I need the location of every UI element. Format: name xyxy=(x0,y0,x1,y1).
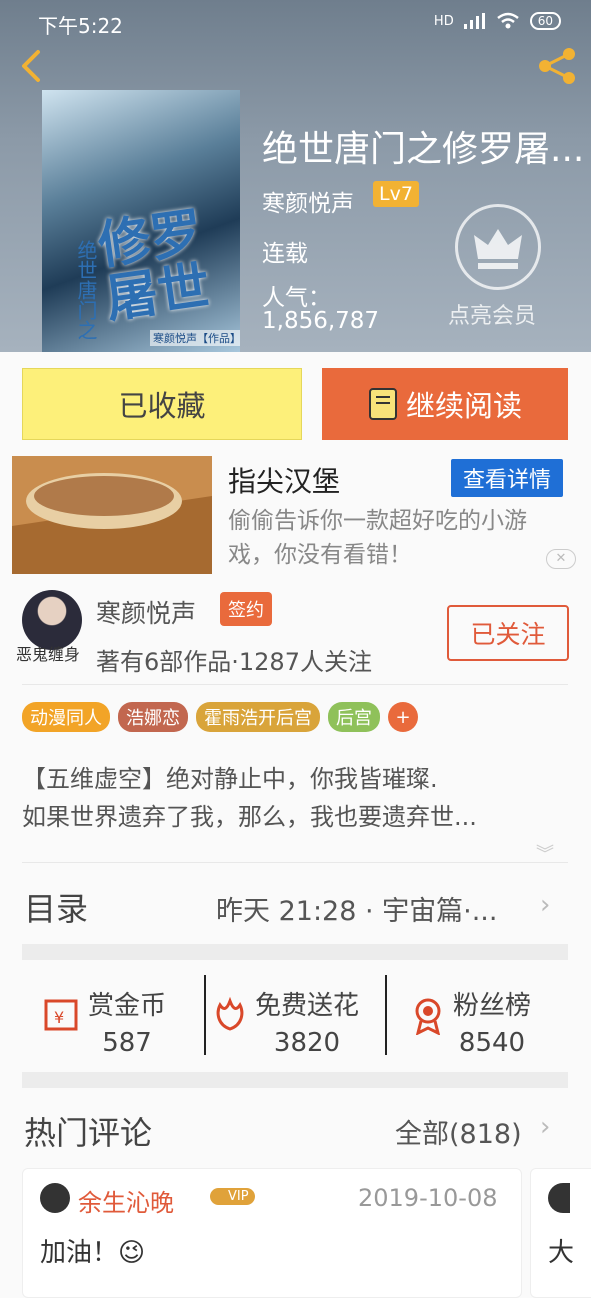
cover-author: 寒颜悦声【作品】 xyxy=(150,330,240,346)
tag-item[interactable]: 浩娜恋 xyxy=(118,702,188,732)
avatar-tag: 恶鬼缠身 xyxy=(16,645,81,664)
stat-label: 赏金币 xyxy=(88,991,167,1021)
signal-icon xyxy=(463,13,485,29)
red-envelope-icon[interactable]: ¥ xyxy=(42,995,82,1035)
add-tag-button[interactable]: + xyxy=(388,702,418,732)
stat-value: 587 xyxy=(102,1028,152,1058)
burger-image xyxy=(12,456,212,574)
stat-label: 粉丝榜 xyxy=(453,991,532,1021)
ad-close-icon[interactable]: ✕ xyxy=(546,549,576,569)
book-cover[interactable]: 绝世唐门之 修罗屠世 寒颜悦声【作品】 xyxy=(42,90,240,352)
popularity-value: 1,856,787 xyxy=(262,308,380,334)
author-stats: 著有6部作品·1287人关注 xyxy=(96,648,372,676)
author-avatar[interactable] xyxy=(22,590,82,650)
status-bar: 下午5:22 HD 60 xyxy=(0,0,591,40)
vip-crown-button[interactable] xyxy=(455,204,541,290)
comment-date: 2019-10-08 xyxy=(358,1184,498,1212)
divider xyxy=(204,975,206,1055)
ad-title[interactable]: 指尖汉堡 xyxy=(228,460,340,500)
description-line: 【五维虚空】绝对静止中，你我皆璀璨. xyxy=(22,765,438,793)
signed-badge: 签约 xyxy=(220,592,272,626)
tag-list: 动漫同人 浩娜恋 霍雨浩开后宫 后宫 + xyxy=(22,702,418,732)
status-icons: HD 60 xyxy=(434,12,561,30)
chevron-right-icon[interactable]: › xyxy=(540,1112,550,1142)
stat-coins[interactable]: 赏金币 587 xyxy=(88,985,166,1058)
book-description[interactable]: 【五维虚空】绝对静止中，你我皆璀璨. 如果世界遗弃了我，那么，我也要遗弃世... xyxy=(22,760,568,836)
wifi-icon xyxy=(496,12,519,29)
ad-details-button[interactable]: 查看详情 xyxy=(451,459,563,497)
follow-button[interactable]: 已关注 xyxy=(447,605,569,661)
cover-title: 修罗屠世 xyxy=(94,201,214,331)
commenter-name[interactable]: 余生沁晚 xyxy=(78,1183,174,1218)
ad-image[interactable] xyxy=(12,456,212,574)
divider xyxy=(22,684,568,685)
book-author[interactable]: 寒颜悦声 xyxy=(262,184,354,218)
stat-value: 3820 xyxy=(273,1028,341,1058)
tag-item[interactable]: 霍雨浩开后宫 xyxy=(196,702,320,732)
stat-label: 免费送花 xyxy=(255,991,360,1021)
status-time: 下午5:22 xyxy=(38,14,123,38)
toc-latest-chapter[interactable]: 昨天 21:28 · 宇宙篇·... xyxy=(216,889,526,928)
share-icon[interactable] xyxy=(535,44,579,88)
book-header: 下午5:22 HD 60 绝世唐门之 修罗屠世 寒颜悦声【作品】 绝世唐门之修罗… xyxy=(0,0,591,352)
chevron-right-icon[interactable]: › xyxy=(540,890,550,920)
stat-fans[interactable]: 粉丝榜 8540 xyxy=(453,985,531,1058)
network-icon: HD xyxy=(433,13,454,29)
book-status: 连载 xyxy=(262,241,308,267)
section-band xyxy=(22,944,568,960)
vip-badge: VIP xyxy=(210,1188,255,1205)
divider xyxy=(385,975,387,1055)
popularity-label: 人气： xyxy=(262,285,331,311)
stat-flowers[interactable]: 免费送花 3820 xyxy=(255,985,359,1058)
commenter-avatar[interactable] xyxy=(40,1183,70,1213)
back-arrow-icon[interactable] xyxy=(14,46,48,86)
battery-icon: 60 xyxy=(529,12,561,30)
tag-item[interactable]: 后宫 xyxy=(328,702,380,732)
author-name[interactable]: 寒颜悦声 xyxy=(96,594,196,630)
toc-label[interactable]: 目录 xyxy=(24,884,88,930)
svg-text:¥: ¥ xyxy=(54,1008,64,1027)
continue-reading-label: 继续阅读 xyxy=(405,389,522,423)
flower-icon[interactable] xyxy=(210,995,250,1035)
ad-description: 偷偷告诉你一款超好吃的小游戏，你没有看错！ xyxy=(228,508,527,568)
continue-reading-button[interactable]: 继续阅读 xyxy=(322,368,568,440)
favorited-button[interactable]: 已收藏 xyxy=(22,368,302,440)
stat-value: 8540 xyxy=(458,1028,526,1058)
hot-comments-title: 热门评论 xyxy=(24,1114,153,1152)
comment-text: 加油！😉 xyxy=(40,1238,146,1268)
author-level-badge: Lv7 xyxy=(373,181,419,207)
commenter-avatar[interactable] xyxy=(548,1183,570,1213)
book-icon xyxy=(368,388,397,420)
tag-item[interactable]: 动漫同人 xyxy=(22,702,110,732)
comment-text: 大 xyxy=(548,1238,575,1268)
medal-icon[interactable] xyxy=(408,995,448,1035)
description-line: 如果世界遗弃了我，那么，我也要遗弃世... xyxy=(22,803,477,831)
book-title: 绝世唐门之修罗屠... xyxy=(262,129,585,170)
crown-icon xyxy=(474,229,522,269)
vip-label[interactable]: 点亮会员 xyxy=(448,298,536,330)
all-comments-link[interactable]: 全部(818) xyxy=(395,1112,522,1151)
section-band xyxy=(22,1072,568,1088)
divider xyxy=(22,862,568,863)
cover-subtitle: 绝世唐门之 xyxy=(74,240,98,340)
